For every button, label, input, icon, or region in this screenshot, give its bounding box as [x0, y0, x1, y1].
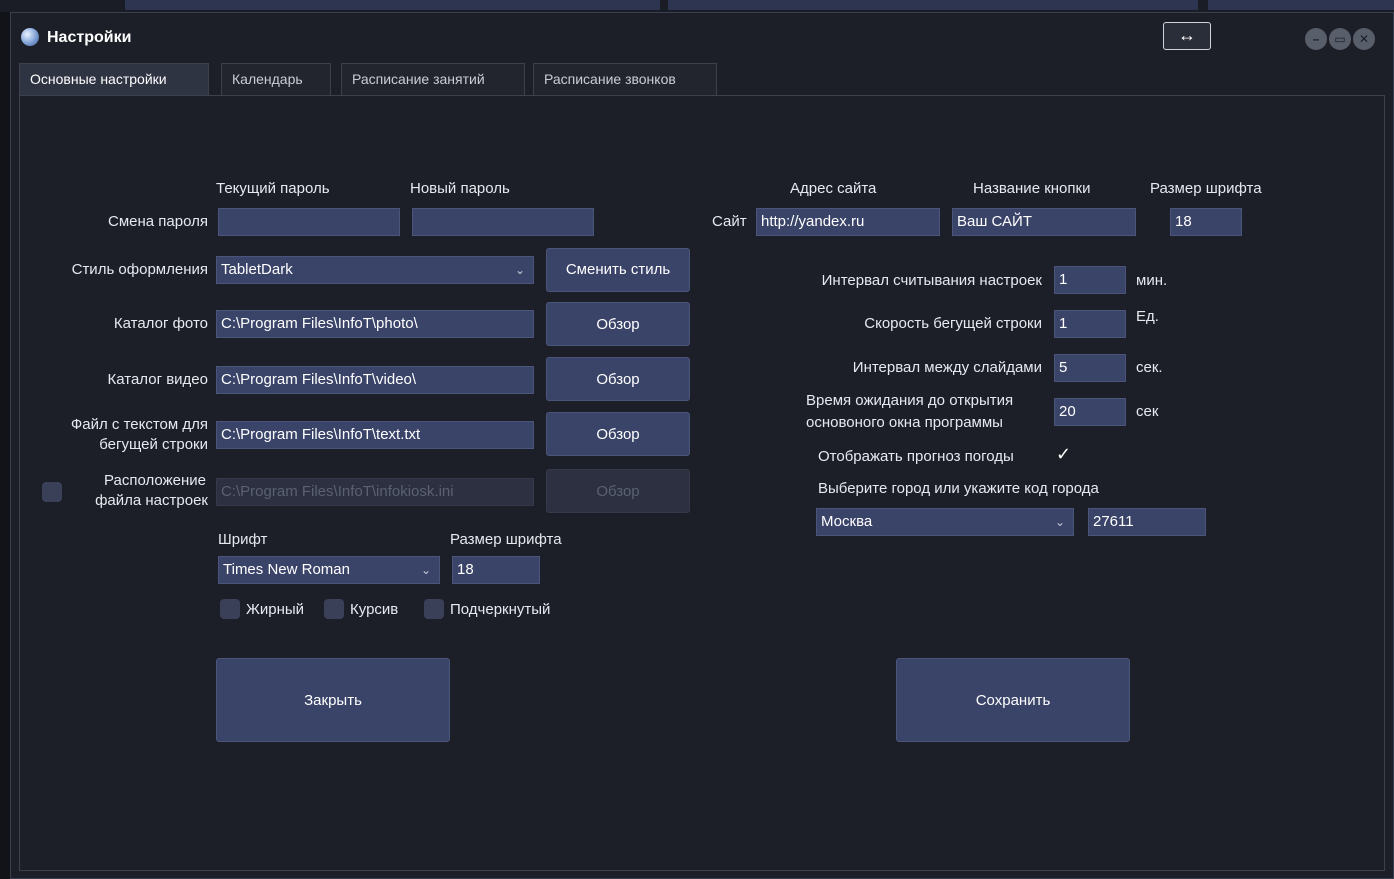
chevron-down-icon: ⌄	[1054, 515, 1065, 529]
italic-label: Курсив	[350, 601, 399, 618]
new-password-header: Новый пароль	[410, 180, 510, 197]
background-window-edge	[1208, 0, 1394, 10]
close-icon[interactable]: ✕	[1353, 28, 1375, 50]
wait-label-line2: основоного окна программы	[806, 414, 1003, 431]
slide-interval-label: Интервал между слайдами	[852, 359, 1042, 376]
minimize-icon[interactable]: –	[1305, 28, 1327, 50]
bold-checkbox[interactable]	[220, 599, 240, 619]
weather-forecast-checkbox-check-icon[interactable]: ✓	[1056, 444, 1071, 465]
font-size-label: Размер шрифта	[450, 531, 562, 548]
style-label: Стиль оформления	[71, 261, 208, 278]
city-code-input[interactable]: 27611	[1088, 508, 1206, 536]
tab-calendar[interactable]: Календарь	[221, 63, 331, 95]
video-folder-input[interactable]: C:\Program Files\InfoT\video\	[216, 366, 534, 394]
wait-time-unit: сек	[1136, 403, 1159, 420]
settings-location-label-line2: файла настроек	[95, 492, 208, 509]
weather-forecast-label: Отображать прогноз погоды	[818, 448, 1014, 465]
title-bar[interactable]: Настройки ↔ – ▭ ✕	[11, 13, 1393, 57]
site-url-input[interactable]: http://yandex.ru	[756, 208, 940, 236]
browse-settings-file-button: Обзор	[546, 469, 690, 513]
font-select[interactable]: Times New Roman ⌄	[218, 556, 440, 584]
underline-checkbox[interactable]	[424, 599, 444, 619]
chevron-down-icon: ⌄	[420, 563, 431, 577]
current-password-header: Текущий пароль	[216, 180, 330, 197]
app-globe-icon	[21, 28, 39, 46]
font-size-input[interactable]: 18	[452, 556, 540, 584]
ticker-speed-input[interactable]: 1	[1054, 310, 1126, 338]
site-label: Сайт	[712, 213, 747, 230]
window-title: Настройки	[47, 29, 132, 46]
settings-interval-input[interactable]: 1	[1054, 266, 1126, 294]
tab-bell-schedule[interactable]: Расписание звонков	[533, 63, 717, 95]
photo-folder-input[interactable]: C:\Program Files\InfoT\photo\	[216, 310, 534, 338]
background-strip	[0, 0, 1394, 12]
settings-file-input: C:\Program Files\InfoT\infokiosk.ini	[216, 478, 534, 506]
site-address-header: Адрес сайта	[790, 180, 877, 197]
new-password-input[interactable]	[412, 208, 594, 236]
password-label: Смена пароля	[108, 213, 208, 230]
underline-label: Подчеркнутый	[450, 601, 551, 618]
city-select-value: Москва	[821, 513, 873, 530]
background-window-edge	[668, 0, 1198, 10]
video-folder-label: Каталог видео	[107, 371, 208, 388]
ticker-file-label-line1: Файл с текстом для	[70, 416, 208, 433]
settings-interval-unit: мин.	[1136, 272, 1168, 289]
bold-label: Жирный	[246, 601, 305, 618]
general-settings-panel: Текущий пароль Новый пароль Смена пароля…	[19, 95, 1385, 871]
photo-folder-label: Каталог фото	[113, 315, 208, 332]
ticker-speed-unit: Ед.	[1136, 308, 1159, 325]
font-label: Шрифт	[218, 531, 268, 548]
wait-label-line1: Время ожидания до открытия	[806, 392, 1014, 409]
browse-video-button[interactable]: Обзор	[546, 357, 690, 401]
site-button-name-input[interactable]: Ваш САЙТ	[952, 208, 1136, 236]
browse-photo-button[interactable]: Обзор	[546, 302, 690, 346]
settings-location-label-line1: Расположение	[104, 472, 206, 489]
slide-interval-input[interactable]: 5	[1054, 354, 1126, 382]
change-style-button[interactable]: Сменить стиль	[546, 248, 690, 292]
site-font-size-header: Размер шрифта	[1150, 180, 1262, 197]
browse-ticker-file-button[interactable]: Обзор	[546, 412, 690, 456]
maximize-icon[interactable]: ▭	[1329, 28, 1351, 50]
style-select[interactable]: TabletDark ⌄	[216, 256, 534, 284]
chevron-down-icon: ⌄	[514, 263, 525, 277]
italic-checkbox[interactable]	[324, 599, 344, 619]
settings-window: Настройки ↔ – ▭ ✕ Основные настройки Кал…	[10, 12, 1394, 879]
city-select[interactable]: Москва ⌄	[816, 508, 1074, 536]
current-password-input[interactable]	[218, 208, 400, 236]
tab-general-settings[interactable]: Основные настройки	[19, 63, 209, 97]
style-select-value: TabletDark	[221, 261, 293, 278]
close-button[interactable]: Закрыть	[216, 658, 450, 742]
save-button[interactable]: Сохранить	[896, 658, 1130, 742]
slide-interval-unit: сек.	[1136, 359, 1163, 376]
site-button-name-header: Название кнопки	[973, 180, 1091, 197]
settings-interval-label: Интервал считывания настроек	[821, 272, 1042, 289]
font-select-value: Times New Roman	[223, 561, 350, 578]
tab-class-schedule[interactable]: Расписание занятий	[341, 63, 525, 95]
custom-settings-location-checkbox[interactable]	[42, 482, 62, 502]
wait-time-input[interactable]: 20	[1054, 398, 1126, 426]
site-font-size-input[interactable]: 18	[1170, 208, 1242, 236]
ticker-file-input[interactable]: C:\Program Files\InfoT\text.txt	[216, 421, 534, 449]
background-window-edge	[125, 0, 660, 10]
ticker-file-label-line2: бегущей строки	[99, 436, 208, 453]
ticker-speed-label: Скорость бегущей строки	[864, 315, 1042, 332]
resize-arrows-button[interactable]: ↔	[1163, 22, 1211, 50]
city-prompt-label: Выберите город или укажите код города	[818, 480, 1099, 497]
